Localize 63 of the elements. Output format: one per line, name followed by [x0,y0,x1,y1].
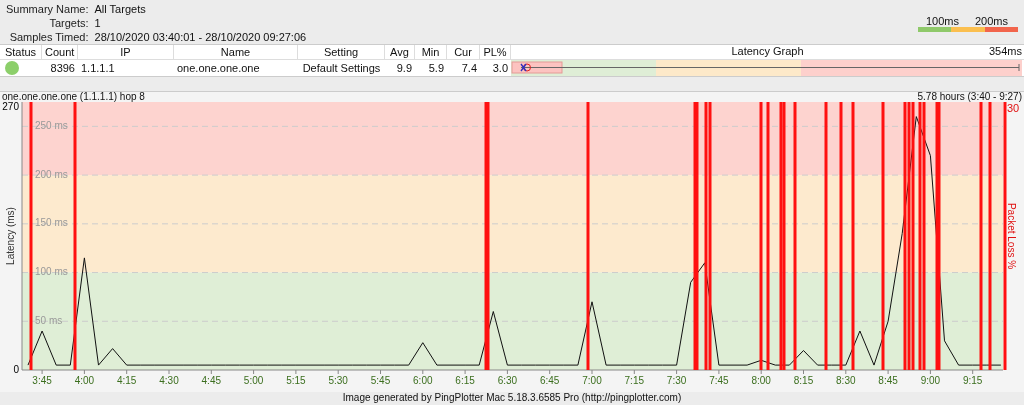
x-axis-label: 7:00 [582,375,602,386]
table-cell-text: 9.9 [395,61,413,76]
table-cell-text: 5.9 [427,61,445,76]
x-axis-label: 4:30 [159,375,179,386]
x-axis-label: 4:45 [201,375,222,386]
column-header[interactable]: IP [78,45,174,59]
x-axis-label: 9:00 [920,375,941,386]
x-axis-label: 8:45 [878,375,898,386]
field-value: 1 [94,17,102,30]
band-label: 150 ms [35,217,68,229]
table-cell-text: 8396 [49,61,76,76]
x-axis-label: 5:15 [286,375,306,386]
x-axis-label: 6:15 [455,375,475,386]
column-header[interactable]: Latency Graph [731,45,804,59]
column-header[interactable]: Avg [385,45,415,59]
field-value: 28/10/2020 03:40:01 - 28/10/2020 09:27:06 [94,31,307,44]
column-header[interactable]: Cur [447,45,480,59]
x-axis-label: 8:00 [751,375,771,386]
table-cell-text: 1.1.1.1 [80,61,116,76]
column-header[interactable]: Count [42,45,78,59]
footer-note: Image generated by PingPlotter Mac 5.18.3.6585 Pro (http://pingplotter.com) [341,392,683,404]
x-axis-label: 8:15 [793,375,814,386]
table-cell-text: Default Settings [301,61,382,76]
column-header[interactable]: Setting [298,45,385,59]
graph-title: one.one.one.one (1.1.1.1) hop 8 [2,92,145,102]
x-axis-label: 4:15 [116,375,137,386]
field-label: Summary Name: [6,3,89,16]
x-axis-label: 5:00 [243,375,264,386]
x-axis-label: 9:15 [962,375,983,386]
band-label: 100 ms [35,266,68,278]
field-value: All Targets [94,3,147,16]
band-label: 200 ms [35,168,68,180]
x-axis-label: 6:45 [539,375,560,386]
field-label: Targets: [48,17,89,30]
y-axis-label: 270 [2,102,19,112]
x-axis-label: 5:45 [370,375,391,386]
graph-duration: 5.78 hours (3:40 - 9:27) [917,92,1022,102]
packet-loss-axis-label: 30 [1007,102,1020,114]
column-header[interactable]: Min [415,45,447,59]
x-axis-label: 6:30 [497,375,518,386]
x-axis-label: 7:45 [709,375,729,386]
threshold-label: 200ms [974,15,1008,27]
x-axis-label: 8:30 [836,375,856,386]
x-axis-label: 7:30 [666,375,687,386]
column-header[interactable]: PL% [480,45,511,59]
table-cell-text: 3.0 [491,61,509,76]
x-axis-label: 4:00 [74,375,95,386]
band-label: 50 ms [35,314,63,326]
y-axis-title: Latency (ms) [5,207,16,265]
table-cell-text: one.one.one.one [176,61,261,76]
column-header[interactable]: Status [0,45,42,59]
threshold-label: 100ms [925,15,959,27]
graph-max-label: 354ms [988,45,1022,57]
x-axis-label: 6:00 [413,375,433,386]
band-label: 250 ms [35,120,68,131]
packet-loss-axis-title: Packet Loss % [1006,202,1017,270]
x-axis-label: 5:30 [328,375,348,386]
field-label: Samples Timed: [8,31,89,44]
x-axis-label: 7:15 [624,375,645,386]
column-header[interactable]: Name [174,45,298,59]
x-axis-label: 3:45 [32,375,52,386]
y-axis-label: 0 [13,363,19,375]
table-cell-text: 7.4 [460,61,478,76]
